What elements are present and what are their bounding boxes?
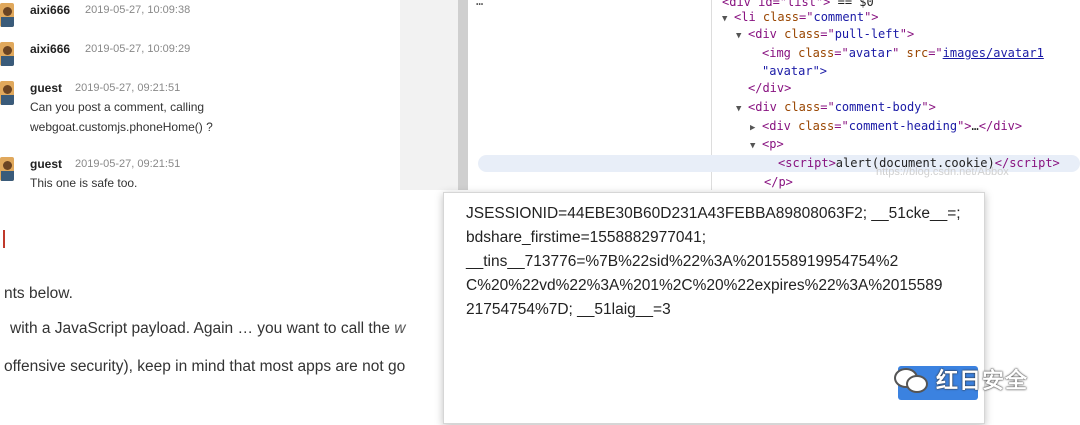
lesson-line: nts below. (4, 285, 73, 302)
expand-triangle-icon[interactable]: ▼ (736, 28, 748, 45)
lesson-line: offensive security), keep in mind that m… (4, 358, 406, 375)
collapsed-triangle-icon[interactable]: ▶ (750, 120, 762, 137)
expand-triangle-icon[interactable]: ▼ (722, 11, 734, 28)
expand-triangle-icon[interactable]: ▼ (750, 138, 762, 155)
alert-message: JSESSIONID=44EBE30B60D231A43FEBBA8980806… (466, 205, 961, 318)
dom-node-comment-heading[interactable]: ▶ <div class="comment-heading">…</div> (750, 118, 1022, 137)
dom-node-img-alt: "avatar"> (762, 64, 828, 78)
img-src-link[interactable]: images/avatar1 (943, 46, 1044, 60)
ellipsis-icon[interactable]: … (476, 0, 483, 8)
dom-node-close-div: </div> (748, 81, 792, 95)
devtools-resize-handle[interactable] (458, 0, 468, 190)
brand-watermark: 红日安全 (894, 363, 1028, 395)
lesson-content: nts below. with a JavaScript payload. Ag… (0, 0, 446, 425)
dom-node-comment-body[interactable]: ▼ <div class="comment-body"> (736, 99, 936, 118)
wechat-icon (894, 366, 930, 393)
watermark-text: https://blog.csdn.net/Abbox (876, 166, 1009, 178)
brand-label: 红日安全 (936, 368, 1029, 393)
dom-node-p[interactable]: ▼ <p> (750, 136, 784, 155)
lesson-line: with a JavaScript payload. Again … you w… (10, 320, 406, 337)
dom-node-close-p: </p> (764, 175, 793, 189)
dom-node-img[interactable]: <img class="avatar" src="images/avatar1 (762, 45, 1044, 62)
devtools-elements-panel: … <div id="list"> == $0 ▼ <li class="comm… (468, 0, 1080, 190)
expand-triangle-icon[interactable]: ▼ (736, 101, 748, 118)
red-marker (3, 230, 5, 248)
dom-node-pull-left[interactable]: ▼ <div class="pull-left"> (736, 26, 914, 45)
